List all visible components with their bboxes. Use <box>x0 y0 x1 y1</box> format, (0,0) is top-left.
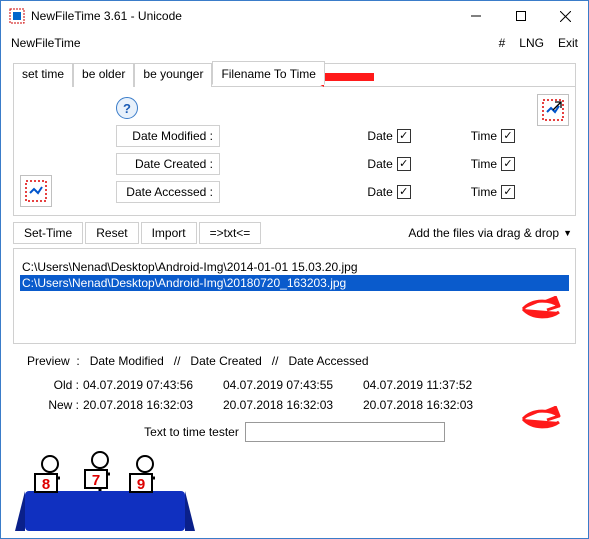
preview-header: Preview : Date Modified // Date Created … <box>27 354 576 368</box>
set-time-button[interactable]: Set-Time <box>13 222 83 244</box>
drag-target-button[interactable] <box>20 175 52 207</box>
close-icon <box>560 11 571 22</box>
checkbox-created-time[interactable]: ✓ <box>501 157 515 171</box>
file-list[interactable]: C:\Users\Nenad\Desktop\Android-Img\2014-… <box>13 248 576 344</box>
svg-text:8: 8 <box>42 476 50 493</box>
preview-section: Preview : Date Modified // Date Created … <box>13 354 576 412</box>
tab-body: ? Date Modified : Date ✓ Time ✓ Date Creat… <box>14 86 575 215</box>
preview-row-new: New : 20.07.2018 16:32:03 20.07.2018 16:… <box>31 398 576 412</box>
app-window: NewFileTime 3.61 - Unicode NewFileTime #… <box>0 0 589 539</box>
label-date: Date <box>367 129 392 143</box>
file-item-selected[interactable]: C:\Users\Nenad\Desktop\Android-Img\20180… <box>20 275 569 291</box>
menubar: NewFileTime # LNG Exit <box>1 31 588 55</box>
minimize-button[interactable] <box>453 1 498 31</box>
txt-button[interactable]: =>txt<= <box>199 222 262 244</box>
reset-button[interactable]: Reset <box>85 222 138 244</box>
titlebar: NewFileTime 3.61 - Unicode <box>1 1 588 31</box>
window-title: NewFileTime 3.61 - Unicode <box>31 9 453 23</box>
menu-hash[interactable]: # <box>499 36 506 50</box>
app-icon <box>9 8 25 24</box>
date-rows: Date Modified : Date ✓ Time ✓ Date Created… <box>24 125 565 203</box>
maximize-icon <box>516 11 526 21</box>
label-date-accessed: Date Accessed : <box>116 181 220 203</box>
maximize-button[interactable] <box>498 1 543 31</box>
tab-set-time[interactable]: set time <box>13 63 73 87</box>
checkbox-accessed-time[interactable]: ✓ <box>501 185 515 199</box>
checkbox-modified-time[interactable]: ✓ <box>501 129 515 143</box>
svg-text:9: 9 <box>137 476 145 493</box>
checkbox-created-date[interactable]: ✓ <box>397 157 411 171</box>
tester-label: Text to time tester <box>144 425 239 439</box>
minimize-icon <box>471 11 481 21</box>
help-icon: ? <box>123 101 131 116</box>
tab-container: set time be older be younger Filename To… <box>13 63 576 216</box>
row-date-modified: Date Modified : Date ✓ Time ✓ <box>24 125 565 147</box>
checkbox-modified-date[interactable]: ✓ <box>397 129 411 143</box>
preview-row-old: Old : 04.07.2019 07:43:56 04.07.2019 07:… <box>31 378 576 392</box>
tab-be-younger[interactable]: be younger <box>134 63 212 87</box>
checkbox-accessed-date[interactable]: ✓ <box>397 185 411 199</box>
label-time: Time <box>471 129 497 143</box>
help-button[interactable]: ? <box>116 97 138 119</box>
drag-source-button[interactable] <box>537 94 569 126</box>
row-date-accessed: Date Accessed : Date✓ Time✓ <box>24 181 565 203</box>
drag-source-icon <box>541 98 565 122</box>
row-date-created: Date Created : Date✓ Time✓ <box>24 153 565 175</box>
tab-filename-to-time[interactable]: Filename To Time <box>212 61 324 85</box>
drag-drop-menu[interactable]: Add the files via drag & drop ▼ <box>408 226 572 240</box>
svg-text:7: 7 <box>92 472 100 489</box>
label-date-created: Date Created : <box>116 153 220 175</box>
chevron-down-icon: ▼ <box>563 228 572 238</box>
text-to-time-tester: Text to time tester <box>13 422 576 442</box>
import-button[interactable]: Import <box>141 222 197 244</box>
menu-lng[interactable]: LNG <box>519 36 544 50</box>
label-date-modified: Date Modified : <box>116 125 220 147</box>
close-button[interactable] <box>543 1 588 31</box>
drag-target-icon <box>24 179 48 203</box>
tester-input[interactable] <box>245 422 445 442</box>
menu-newfiletime[interactable]: NewFileTime <box>11 36 81 50</box>
toolbar: Set-Time Reset Import =>txt<= Add the fi… <box>13 222 576 244</box>
file-item[interactable]: C:\Users\Nenad\Desktop\Android-Img\2014-… <box>20 259 569 275</box>
window-controls <box>453 1 588 31</box>
tab-strip: set time be older be younger Filename To… <box>13 63 575 87</box>
tab-be-older[interactable]: be older <box>73 63 134 87</box>
menu-exit[interactable]: Exit <box>558 36 578 50</box>
annotation-judges-icon: 8 7 9 <box>5 446 195 536</box>
